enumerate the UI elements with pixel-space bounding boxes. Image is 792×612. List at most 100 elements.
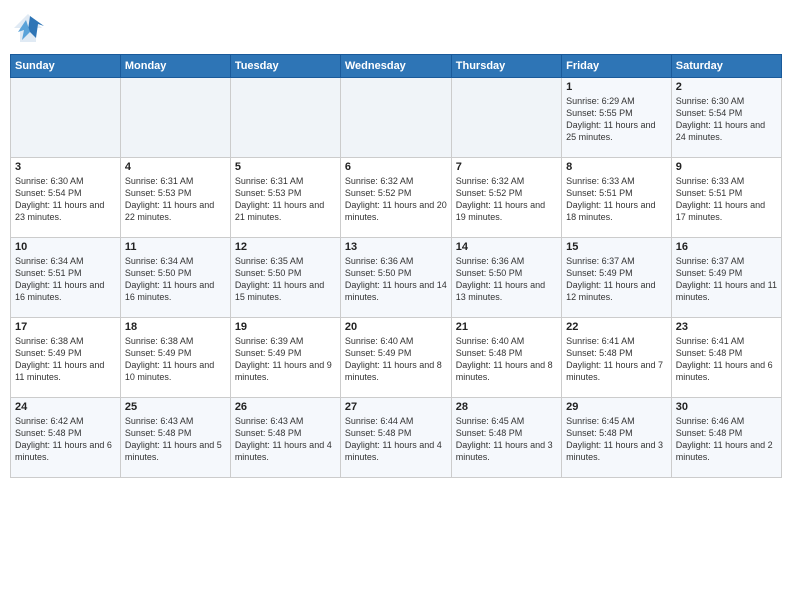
day-info: Sunrise: 6:31 AM Sunset: 5:53 PM Dayligh… [235, 175, 336, 224]
day-number: 28 [456, 401, 557, 413]
day-number: 19 [235, 321, 336, 333]
weekday-header-saturday: Saturday [671, 55, 781, 78]
calendar-cell: 5 Sunrise: 6:31 AM Sunset: 5:53 PM Daylig… [230, 158, 340, 238]
day-info: Sunrise: 6:32 AM Sunset: 5:52 PM Dayligh… [345, 175, 447, 224]
calendar-cell: 2 Sunrise: 6:30 AM Sunset: 5:54 PM Daylig… [671, 78, 781, 158]
logo [10, 10, 46, 46]
day-info: Sunrise: 6:41 AM Sunset: 5:48 PM Dayligh… [566, 335, 667, 384]
day-info: Sunrise: 6:36 AM Sunset: 5:50 PM Dayligh… [456, 255, 557, 304]
page: SundayMondayTuesdayWednesdayThursdayFrid… [0, 0, 792, 612]
calendar-cell [11, 78, 121, 158]
calendar-cell: 15Sunrise: 6:37 AM Sunset: 5:49 PM Dayli… [562, 238, 672, 318]
day-number: 21 [456, 321, 557, 333]
calendar-cell: 12Sunrise: 6:35 AM Sunset: 5:50 PM Dayli… [230, 238, 340, 318]
day-number: 22 [566, 321, 667, 333]
day-info: Sunrise: 6:35 AM Sunset: 5:50 PM Dayligh… [235, 255, 336, 304]
day-info: Sunrise: 6:36 AM Sunset: 5:50 PM Dayligh… [345, 255, 447, 304]
day-number: 23 [676, 321, 777, 333]
day-number: 1 [566, 81, 667, 93]
day-number: 9 [676, 161, 777, 173]
day-number: 27 [345, 401, 447, 413]
calendar-cell: 7 Sunrise: 6:32 AM Sunset: 5:52 PM Daylig… [451, 158, 561, 238]
day-number: 25 [125, 401, 226, 413]
day-number: 14 [456, 241, 557, 253]
day-number: 26 [235, 401, 336, 413]
day-number: 20 [345, 321, 447, 333]
calendar-week-4: 17 Sunrise: 6:38 AM Sunset: 5:49 PM Dayli… [11, 318, 782, 398]
calendar-week-1: 1 Sunrise: 6:29 AM Sunset: 5:55 PM Daylig… [11, 78, 782, 158]
calendar-cell: 23 Sunrise: 6:41 AM Sunset: 5:48 PM Dayli… [671, 318, 781, 398]
day-number: 4 [125, 161, 226, 173]
day-info: Sunrise: 6:45 AM Sunset: 5:48 PM Dayligh… [456, 415, 557, 464]
day-number: 30 [676, 401, 777, 413]
calendar-cell: 4 Sunrise: 6:31 AM Sunset: 5:53 PM Daylig… [120, 158, 230, 238]
calendar-cell: 10 Sunrise: 6:34 AM Sunset: 5:51 PM Dayli… [11, 238, 121, 318]
header [10, 10, 782, 46]
calendar-cell: 20Sunrise: 6:40 AM Sunset: 5:49 PM Dayli… [340, 318, 451, 398]
day-number: 17 [15, 321, 116, 333]
day-info: Sunrise: 6:38 AM Sunset: 5:49 PM Dayligh… [15, 335, 116, 384]
day-number: 29 [566, 401, 667, 413]
weekday-header-sunday: Sunday [11, 55, 121, 78]
weekday-header-wednesday: Wednesday [340, 55, 451, 78]
weekday-row: SundayMondayTuesdayWednesdayThursdayFrid… [11, 55, 782, 78]
weekday-header-friday: Friday [562, 55, 672, 78]
calendar-body: 1 Sunrise: 6:29 AM Sunset: 5:55 PM Daylig… [11, 78, 782, 478]
calendar-cell [120, 78, 230, 158]
day-number: 6 [345, 161, 447, 173]
calendar-cell: 16Sunrise: 6:37 AM Sunset: 5:49 PM Dayli… [671, 238, 781, 318]
day-info: Sunrise: 6:40 AM Sunset: 5:48 PM Dayligh… [456, 335, 557, 384]
calendar-cell: 27 Sunrise: 6:44 AM Sunset: 5:48 PM Dayli… [340, 398, 451, 478]
calendar-cell: 25 Sunrise: 6:43 AM Sunset: 5:48 PM Dayli… [120, 398, 230, 478]
calendar-header: SundayMondayTuesdayWednesdayThursdayFrid… [11, 55, 782, 78]
day-number: 24 [15, 401, 116, 413]
calendar-cell [230, 78, 340, 158]
calendar-cell: 3 Sunrise: 6:30 AM Sunset: 5:54 PM Daylig… [11, 158, 121, 238]
day-info: Sunrise: 6:43 AM Sunset: 5:48 PM Dayligh… [235, 415, 336, 464]
day-number: 2 [676, 81, 777, 93]
day-info: Sunrise: 6:34 AM Sunset: 5:51 PM Dayligh… [15, 255, 116, 304]
day-info: Sunrise: 6:31 AM Sunset: 5:53 PM Dayligh… [125, 175, 226, 224]
day-number: 15 [566, 241, 667, 253]
calendar-cell: 1 Sunrise: 6:29 AM Sunset: 5:55 PM Daylig… [562, 78, 672, 158]
day-info: Sunrise: 6:39 AM Sunset: 5:49 PM Dayligh… [235, 335, 336, 384]
calendar-cell: 24Sunrise: 6:42 AM Sunset: 5:48 PM Dayli… [11, 398, 121, 478]
calendar-cell: 30 Sunrise: 6:46 AM Sunset: 5:48 PM Dayli… [671, 398, 781, 478]
day-info: Sunrise: 6:29 AM Sunset: 5:55 PM Dayligh… [566, 95, 667, 144]
calendar-cell [451, 78, 561, 158]
day-number: 3 [15, 161, 116, 173]
weekday-header-thursday: Thursday [451, 55, 561, 78]
calendar-cell: 13 Sunrise: 6:36 AM Sunset: 5:50 PM Dayli… [340, 238, 451, 318]
weekday-header-monday: Monday [120, 55, 230, 78]
day-info: Sunrise: 6:37 AM Sunset: 5:49 PM Dayligh… [676, 255, 777, 304]
day-info: Sunrise: 6:30 AM Sunset: 5:54 PM Dayligh… [676, 95, 777, 144]
day-info: Sunrise: 6:33 AM Sunset: 5:51 PM Dayligh… [676, 175, 777, 224]
calendar-cell: 11 Sunrise: 6:34 AM Sunset: 5:50 PM Dayli… [120, 238, 230, 318]
calendar-week-2: 3 Sunrise: 6:30 AM Sunset: 5:54 PM Daylig… [11, 158, 782, 238]
day-info: Sunrise: 6:44 AM Sunset: 5:48 PM Dayligh… [345, 415, 447, 464]
day-number: 11 [125, 241, 226, 253]
day-info: Sunrise: 6:38 AM Sunset: 5:49 PM Dayligh… [125, 335, 226, 384]
day-number: 5 [235, 161, 336, 173]
calendar-cell: 6 Sunrise: 6:32 AM Sunset: 5:52 PM Daylig… [340, 158, 451, 238]
calendar-week-5: 24Sunrise: 6:42 AM Sunset: 5:48 PM Dayli… [11, 398, 782, 478]
calendar-cell: 18 Sunrise: 6:38 AM Sunset: 5:49 PM Dayli… [120, 318, 230, 398]
day-number: 10 [15, 241, 116, 253]
calendar-cell: 26 Sunrise: 6:43 AM Sunset: 5:48 PM Dayli… [230, 398, 340, 478]
day-info: Sunrise: 6:41 AM Sunset: 5:48 PM Dayligh… [676, 335, 777, 384]
calendar-cell: 22 Sunrise: 6:41 AM Sunset: 5:48 PM Dayli… [562, 318, 672, 398]
day-info: Sunrise: 6:46 AM Sunset: 5:48 PM Dayligh… [676, 415, 777, 464]
day-number: 18 [125, 321, 226, 333]
logo-icon [10, 10, 46, 46]
day-info: Sunrise: 6:30 AM Sunset: 5:54 PM Dayligh… [15, 175, 116, 224]
day-number: 13 [345, 241, 447, 253]
day-number: 7 [456, 161, 557, 173]
day-info: Sunrise: 6:32 AM Sunset: 5:52 PM Dayligh… [456, 175, 557, 224]
calendar-cell: 8Sunrise: 6:33 AM Sunset: 5:51 PM Daylig… [562, 158, 672, 238]
weekday-header-tuesday: Tuesday [230, 55, 340, 78]
day-info: Sunrise: 6:43 AM Sunset: 5:48 PM Dayligh… [125, 415, 226, 464]
calendar-cell: 28 Sunrise: 6:45 AM Sunset: 5:48 PM Dayli… [451, 398, 561, 478]
day-info: Sunrise: 6:34 AM Sunset: 5:50 PM Dayligh… [125, 255, 226, 304]
calendar-cell: 9 Sunrise: 6:33 AM Sunset: 5:51 PM Daylig… [671, 158, 781, 238]
calendar-cell [340, 78, 451, 158]
